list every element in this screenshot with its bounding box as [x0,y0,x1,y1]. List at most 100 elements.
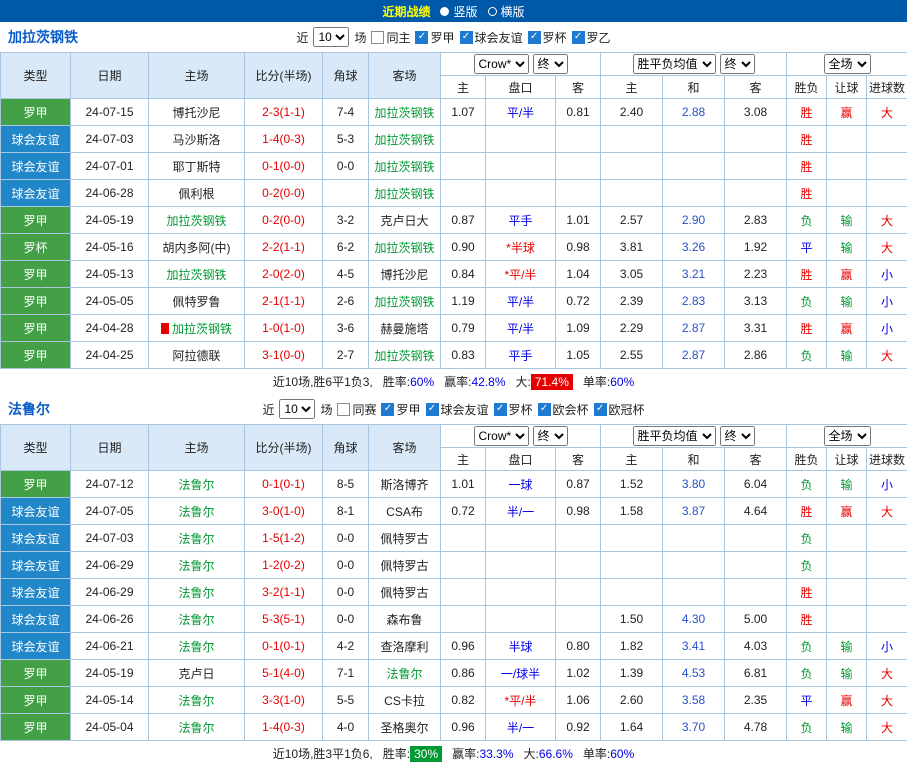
league-filter-checkbox-3[interactable]: ✓罗乙 [572,29,611,46]
section-header: 法鲁尔近10场同赛✓罗甲✓球会友谊✓罗杯✓欧会杯✓欧冠杯 [0,394,907,424]
cell-score: 0-1(0-0) [245,153,323,180]
col-home: 主场 [149,425,245,471]
cell-odds-home: 0.79 [441,315,486,342]
league-filter-checkbox-1[interactable]: ✓球会友谊 [426,401,489,418]
cell-odds-away: 0.81 [556,99,601,126]
cell-odds-home: 0.96 [441,714,486,741]
league-filter-checkbox-3[interactable]: ✓欧会杯 [538,401,589,418]
away-team-name: 圣格奥尔 [380,721,428,735]
cell-result: 负 [787,552,827,579]
scope-select[interactable]: 全场 [824,54,871,74]
league-filter-checkbox-0-label: 罗甲 [396,401,420,418]
sub-avg-draw: 和 [663,76,725,99]
avg-time-select[interactable]: 终 [720,54,755,74]
odds-company-select[interactable]: Crow* [474,426,529,446]
cell-handicap-result: 赢 [827,687,867,714]
summary-stat-label: 大: [516,373,531,390]
cell-avg-away: 4.64 [725,498,787,525]
match-row: 球会友谊24-07-05法鲁尔3-0(1-0)8-1CSA布0.72半/一0.9… [1,498,907,525]
odds-time-select[interactable]: 终 [533,54,568,74]
cell-league: 罗杯 [1,234,71,261]
cell-goals-result: 大 [867,498,907,525]
same-venue-checkbox[interactable]: 同主 [371,29,410,46]
cell-handicap: *平/半 [486,687,556,714]
odds-time-select[interactable]: 终 [533,426,568,446]
cell-odds-home: 0.84 [441,261,486,288]
cell-score: 1-0(1-0) [245,315,323,342]
cell-odds-away [556,606,601,633]
cell-away-team: 法鲁尔 [369,660,441,687]
cell-handicap-result: 输 [827,633,867,660]
checkbox-checked-icon: ✓ [381,403,394,416]
league-filter-checkbox-0[interactable]: ✓罗甲 [415,29,454,46]
cell-score: 1-2(0-2) [245,552,323,579]
league-filter-checkbox-0-label: 罗甲 [430,29,454,46]
cell-avg-draw: 2.90 [663,207,725,234]
cell-handicap-result [827,606,867,633]
cell-handicap: 一/球半 [486,660,556,687]
cell-handicap: 平手 [486,207,556,234]
league-filter-checkbox-1[interactable]: ✓球会友谊 [460,29,523,46]
cell-goals-result: 小 [867,288,907,315]
sub-handicap: 盘口 [486,448,556,471]
home-team-name: 法鲁尔 [178,505,214,519]
summary-stat-label: 大: [524,745,539,762]
cell-league: 球会友谊 [1,153,71,180]
cell-date: 24-05-13 [71,261,149,288]
away-team-name: 森布鲁 [386,613,422,627]
cell-odds-home: 0.90 [441,234,486,261]
home-team-name: 加拉茨钢铁 [172,322,232,336]
sub-goals: 进球数 [867,448,907,471]
radio-selected-icon [440,7,449,16]
match-count-select[interactable]: 10 [279,399,315,419]
summary-stat-value: 66.6% [539,747,573,761]
checkbox-checked-icon: ✓ [594,403,607,416]
cell-league: 罗甲 [1,714,71,741]
cell-avg-away: 2.83 [725,207,787,234]
cell-date: 24-05-05 [71,288,149,315]
league-filter-checkbox-4[interactable]: ✓欧冠杯 [594,401,645,418]
section-header: 加拉茨钢铁近10场同主✓罗甲✓球会友谊✓罗杯✓罗乙 [0,22,907,52]
cell-corner: 8-5 [323,471,369,498]
same-venue-checkbox[interactable]: 同赛 [337,401,376,418]
cell-handicap: 平/半 [486,99,556,126]
cell-avg-home: 1.50 [601,606,663,633]
avg-select[interactable]: 胜平负均值 [633,54,716,74]
cell-goals-result: 小 [867,471,907,498]
cell-avg-draw [663,180,725,207]
col-type: 类型 [1,425,71,471]
cell-goals-result [867,525,907,552]
cell-avg-draw: 2.88 [663,99,725,126]
cell-odds-home [441,126,486,153]
cell-away-team: 加拉茨钢铁 [369,126,441,153]
layout-radio-vertical[interactable]: 竖版 [440,3,477,20]
cell-result: 负 [787,525,827,552]
scope-select[interactable]: 全场 [824,426,871,446]
cell-avg-draw [663,579,725,606]
league-filter-checkbox-2[interactable]: ✓罗杯 [528,29,567,46]
cell-avg-home: 3.81 [601,234,663,261]
cell-score: 0-2(0-0) [245,207,323,234]
cell-home-team: 佩特罗鲁 [149,288,245,315]
cell-avg-draw [663,552,725,579]
cell-handicap: 平手 [486,342,556,369]
cell-away-team: 加拉茨钢铁 [369,180,441,207]
cell-avg-home [601,525,663,552]
cell-odds-home: 0.86 [441,660,486,687]
match-row: 球会友谊24-06-28佩利根0-2(0-0)加拉茨钢铁胜 [1,180,907,207]
league-filter-checkbox-0[interactable]: ✓罗甲 [381,401,420,418]
col-score: 比分(半场) [245,53,323,99]
odds-company-select[interactable]: Crow* [474,54,529,74]
avg-select[interactable]: 胜平负均值 [633,426,716,446]
cell-date: 24-07-12 [71,471,149,498]
league-filter-checkbox-3-label: 欧会杯 [553,401,589,418]
layout-radio-horizontal[interactable]: 横版 [488,3,525,20]
league-filter-checkbox-2[interactable]: ✓罗杯 [494,401,533,418]
cell-score: 2-3(1-1) [245,99,323,126]
match-count-select[interactable]: 10 [313,27,349,47]
cell-goals-result: 大 [867,234,907,261]
avg-time-select[interactable]: 终 [720,426,755,446]
cell-goals-result: 小 [867,633,907,660]
cell-league: 罗甲 [1,660,71,687]
match-row: 球会友谊24-07-01耶丁斯特0-1(0-0)0-0加拉茨钢铁胜 [1,153,907,180]
